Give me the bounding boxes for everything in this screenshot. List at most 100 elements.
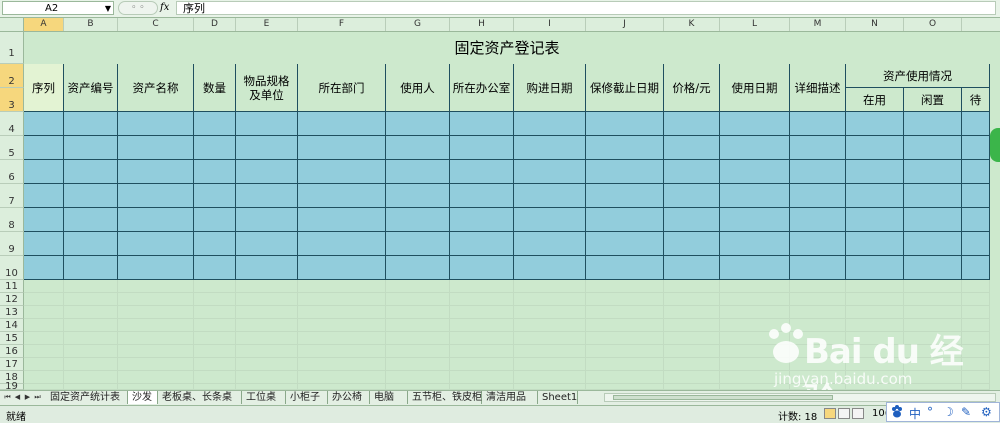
- data-cell[interactable]: [664, 184, 720, 208]
- data-cell[interactable]: [236, 184, 298, 208]
- row-header-7[interactable]: 7: [0, 184, 24, 208]
- empty-cell[interactable]: [790, 306, 846, 319]
- header-cell-J[interactable]: 保修截止日期: [586, 64, 664, 112]
- empty-cell[interactable]: [514, 280, 586, 293]
- empty-cell[interactable]: [664, 332, 720, 345]
- empty-cell[interactable]: [586, 371, 664, 384]
- sheet-tab[interactable]: 五节柜、铁皮柜: [408, 391, 482, 404]
- data-cell[interactable]: [664, 208, 720, 232]
- empty-cell[interactable]: [450, 319, 514, 332]
- data-cell[interactable]: [720, 208, 790, 232]
- data-cell[interactable]: [904, 232, 962, 256]
- data-cell[interactable]: [904, 112, 962, 136]
- empty-cell[interactable]: [720, 345, 790, 358]
- data-cell[interactable]: [298, 136, 386, 160]
- formula-buttons[interactable]: ◦ ◦: [118, 1, 158, 15]
- empty-cell[interactable]: [904, 345, 962, 358]
- data-cell[interactable]: [236, 256, 298, 280]
- data-cell[interactable]: [720, 256, 790, 280]
- empty-cell[interactable]: [962, 280, 990, 293]
- data-cell[interactable]: [298, 112, 386, 136]
- empty-cell[interactable]: [236, 332, 298, 345]
- empty-cell[interactable]: [586, 280, 664, 293]
- empty-cell[interactable]: [720, 358, 790, 371]
- empty-cell[interactable]: [298, 319, 386, 332]
- page-break-icon[interactable]: [852, 408, 864, 419]
- data-cell[interactable]: [664, 112, 720, 136]
- data-cell[interactable]: [298, 160, 386, 184]
- column-header-A[interactable]: A: [24, 18, 64, 31]
- empty-cell[interactable]: [904, 306, 962, 319]
- empty-cell[interactable]: [450, 358, 514, 371]
- ime-pen-icon[interactable]: ✎: [961, 405, 971, 419]
- empty-cell[interactable]: [236, 319, 298, 332]
- empty-cell[interactable]: [386, 293, 450, 306]
- row-header-14[interactable]: 14: [0, 319, 24, 332]
- group-header-usage[interactable]: 资产使用情况: [846, 64, 990, 88]
- sheet-tab[interactable]: 办公椅: [328, 391, 370, 404]
- empty-cell[interactable]: [386, 358, 450, 371]
- empty-cell[interactable]: [24, 345, 64, 358]
- empty-cell[interactable]: [64, 371, 118, 384]
- column-header-D[interactable]: D: [194, 18, 236, 31]
- empty-cell[interactable]: [664, 280, 720, 293]
- empty-cell[interactable]: [586, 306, 664, 319]
- empty-cell[interactable]: [64, 345, 118, 358]
- data-cell[interactable]: [450, 208, 514, 232]
- next-sheet-icon[interactable]: ▶: [23, 392, 32, 403]
- data-cell[interactable]: [386, 208, 450, 232]
- data-cell[interactable]: [514, 208, 586, 232]
- header-cell-L[interactable]: 使用日期: [720, 64, 790, 112]
- empty-cell[interactable]: [962, 332, 990, 345]
- data-cell[interactable]: [846, 208, 904, 232]
- empty-cell[interactable]: [846, 319, 904, 332]
- data-cell[interactable]: [664, 232, 720, 256]
- data-cell[interactable]: [720, 232, 790, 256]
- data-cell[interactable]: [962, 112, 990, 136]
- sheet-tab[interactable]: 固定资产统计表: [46, 391, 128, 404]
- empty-cell[interactable]: [118, 332, 194, 345]
- empty-cell[interactable]: [236, 293, 298, 306]
- sub-header-0[interactable]: 在用: [846, 88, 904, 112]
- empty-cell[interactable]: [450, 371, 514, 384]
- empty-cell[interactable]: [586, 319, 664, 332]
- data-cell[interactable]: [664, 136, 720, 160]
- ime-chinese-toggle[interactable]: 中: [909, 405, 921, 422]
- name-box[interactable]: A2 ▼: [2, 1, 114, 15]
- data-cell[interactable]: [386, 184, 450, 208]
- first-sheet-icon[interactable]: ⏮: [3, 392, 12, 403]
- header-cell-F[interactable]: 所在部门: [298, 64, 386, 112]
- column-header-I[interactable]: I: [514, 18, 586, 31]
- empty-cell[interactable]: [386, 280, 450, 293]
- data-cell[interactable]: [64, 256, 118, 280]
- empty-cell[interactable]: [194, 280, 236, 293]
- empty-cell[interactable]: [194, 293, 236, 306]
- empty-cell[interactable]: [846, 280, 904, 293]
- data-cell[interactable]: [24, 208, 64, 232]
- data-cell[interactable]: [194, 136, 236, 160]
- empty-cell[interactable]: [790, 345, 846, 358]
- data-cell[interactable]: [846, 112, 904, 136]
- data-cell[interactable]: [904, 136, 962, 160]
- data-cell[interactable]: [514, 256, 586, 280]
- empty-cell[interactable]: [118, 306, 194, 319]
- empty-cell[interactable]: [664, 319, 720, 332]
- empty-cell[interactable]: [904, 319, 962, 332]
- sub-header-2[interactable]: 待: [962, 88, 990, 112]
- sheet-tab[interactable]: 小柜子: [286, 391, 328, 404]
- row-header-8[interactable]: 8: [0, 208, 24, 232]
- empty-cell[interactable]: [450, 345, 514, 358]
- empty-cell[interactable]: [790, 371, 846, 384]
- empty-cell[interactable]: [904, 280, 962, 293]
- data-cell[interactable]: [514, 112, 586, 136]
- data-cell[interactable]: [64, 160, 118, 184]
- data-cell[interactable]: [236, 232, 298, 256]
- empty-cell[interactable]: [790, 332, 846, 345]
- header-cell-G[interactable]: 使用人: [386, 64, 450, 112]
- header-cell-H[interactable]: 所在办公室: [450, 64, 514, 112]
- empty-cell[interactable]: [24, 319, 64, 332]
- empty-cell[interactable]: [118, 358, 194, 371]
- empty-cell[interactable]: [664, 358, 720, 371]
- empty-cell[interactable]: [450, 306, 514, 319]
- empty-cell[interactable]: [790, 358, 846, 371]
